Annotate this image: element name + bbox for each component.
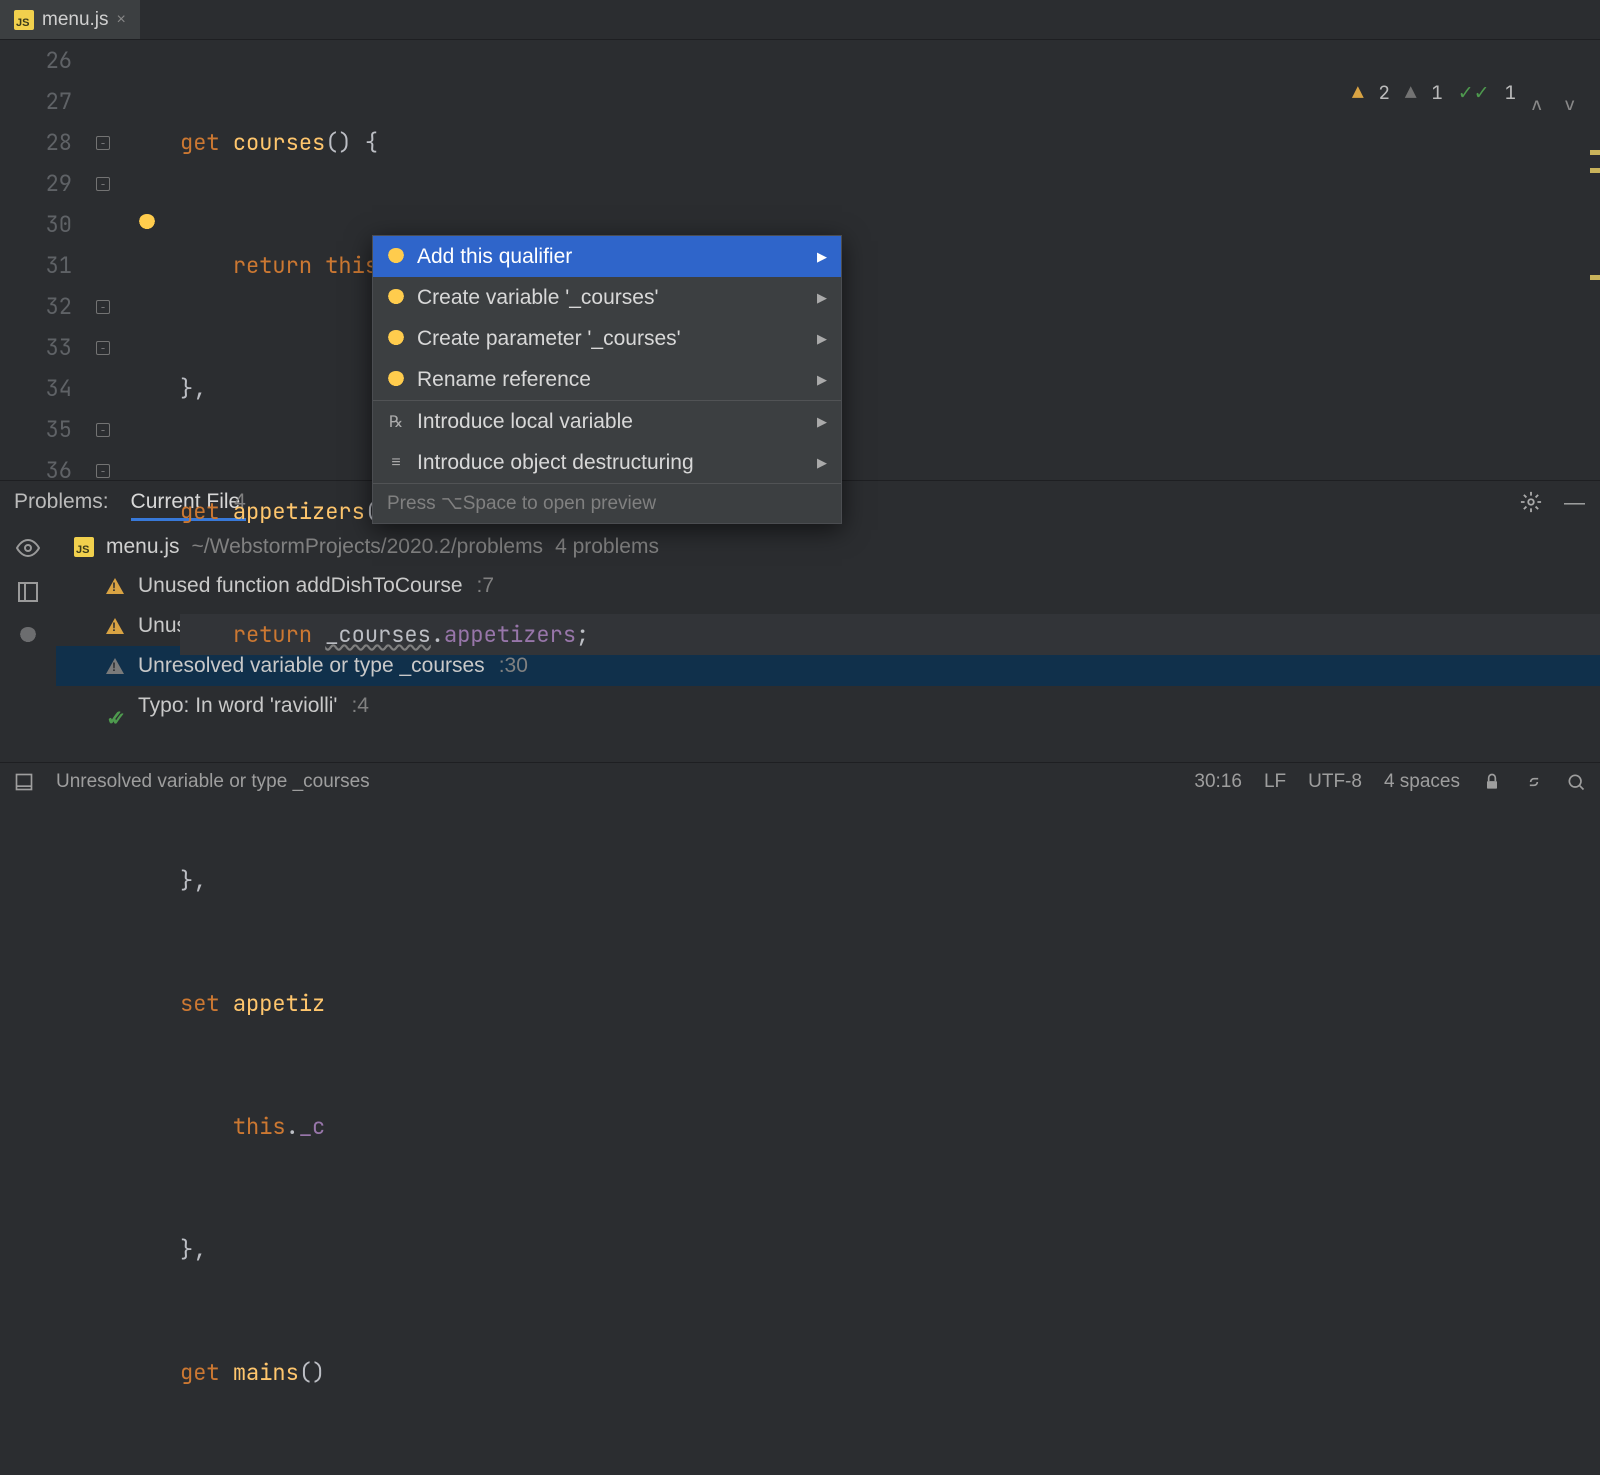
refactor-icon: ℞ xyxy=(387,413,405,431)
status-bar: Unresolved variable or type _courses 30:… xyxy=(0,762,1600,800)
refactor-icon: ≡ xyxy=(387,454,405,472)
weak-warning-icon xyxy=(106,658,124,674)
cursor-position[interactable]: 30:16 xyxy=(1194,771,1242,793)
lightbulb-icon xyxy=(387,248,405,266)
encoding[interactable]: UTF-8 xyxy=(1308,771,1362,793)
intention-item[interactable]: Create parameter '_courses'▶ xyxy=(373,318,841,359)
chevron-right-icon: ▶ xyxy=(817,290,827,306)
lightbulb-icon xyxy=(387,371,405,389)
fold-toggle[interactable]: − xyxy=(96,464,110,478)
lightbulb-icon[interactable] xyxy=(138,214,156,232)
lock-icon[interactable] xyxy=(1482,772,1502,792)
panel-toolbar xyxy=(0,522,56,762)
fold-toggle[interactable]: − xyxy=(96,300,110,314)
warning-icon xyxy=(106,618,124,634)
intention-popup: Add this qualifier▶ Create variable '_co… xyxy=(372,235,842,524)
eye-icon[interactable] xyxy=(16,536,40,560)
fold-toggle[interactable]: − xyxy=(96,341,110,355)
editor-tab[interactable]: JS menu.js × xyxy=(0,0,140,39)
panel-title: Problems: xyxy=(14,490,109,514)
chevron-right-icon: ▶ xyxy=(817,414,827,430)
intention-item[interactable]: Rename reference▶ xyxy=(373,359,841,400)
popup-hint: Press ⌥Space to open preview xyxy=(373,484,841,523)
chevron-right-icon: ▶ xyxy=(817,372,827,388)
chevron-right-icon: ▶ xyxy=(817,455,827,471)
indent[interactable]: 4 spaces xyxy=(1384,771,1460,793)
line-gutter: 2627 2829 3031 3233 3435 36 xyxy=(0,40,90,480)
tab-filename: menu.js xyxy=(42,9,109,31)
chevron-right-icon: ▶ xyxy=(817,249,827,265)
bulb-column xyxy=(130,40,180,480)
lightbulb-icon[interactable] xyxy=(16,624,40,648)
error-stripe[interactable] xyxy=(1588,40,1600,480)
chevron-up-icon[interactable]: ∧ xyxy=(1531,84,1549,102)
js-file-icon: JS xyxy=(14,10,34,30)
fold-toggle[interactable]: − xyxy=(96,423,110,437)
layout-icon[interactable] xyxy=(16,580,40,604)
intention-item[interactable]: ℞Introduce local variable▶ xyxy=(373,401,841,442)
tab-bar: JS menu.js × xyxy=(0,0,1600,40)
intention-item[interactable]: Create variable '_courses'▶ xyxy=(373,277,841,318)
fold-column: − − − − − − xyxy=(90,40,130,480)
status-message: Unresolved variable or type _courses xyxy=(56,771,370,793)
lightbulb-icon xyxy=(387,289,405,307)
inspection-widget[interactable]: ▲2 ▲1 ✓✓1 ∧ ∨ xyxy=(1352,72,1582,113)
warning-icon xyxy=(106,578,124,594)
fold-toggle[interactable]: − xyxy=(96,177,110,191)
sync-icon[interactable] xyxy=(1524,772,1544,792)
intention-item[interactable]: Add this qualifier▶ xyxy=(373,236,841,277)
search-icon[interactable] xyxy=(1566,772,1586,792)
close-icon[interactable]: × xyxy=(117,11,126,29)
tool-window-icon[interactable] xyxy=(14,772,34,792)
chevron-down-icon[interactable]: ∨ xyxy=(1564,84,1582,102)
line-ending[interactable]: LF xyxy=(1264,771,1286,793)
intention-item[interactable]: ≡Introduce object destructuring▶ xyxy=(373,442,841,483)
lightbulb-icon xyxy=(387,330,405,348)
fold-toggle[interactable]: − xyxy=(96,136,110,150)
chevron-right-icon: ▶ xyxy=(817,331,827,347)
js-file-icon: JS xyxy=(74,537,94,557)
